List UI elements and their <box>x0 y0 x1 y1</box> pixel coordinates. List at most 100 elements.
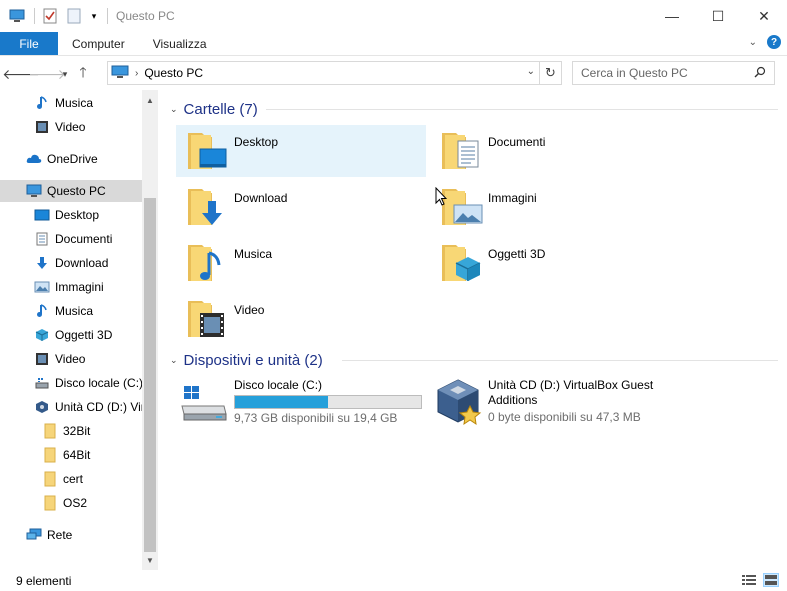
sidebar-item-folder-32bit[interactable]: 32Bit <box>0 420 142 442</box>
minimize-button[interactable]: — <box>649 0 695 32</box>
windows-drive-icon <box>180 378 228 426</box>
address-path[interactable]: Questo PC <box>144 66 203 80</box>
sidebar-item-label: 32Bit <box>63 424 91 438</box>
group-title: Dispositivi e unità (2) <box>183 351 323 369</box>
tiles-view-icon[interactable] <box>763 573 779 587</box>
sidebar-item-label: Musica <box>55 96 94 110</box>
navigation-pane[interactable]: Musica Video OneDrive Questo PC Desktop … <box>0 90 158 570</box>
group-header-folders[interactable]: ⌄ Cartelle (7) <box>170 98 780 120</box>
sidebar-item-folder-os2[interactable]: OS2 <box>0 492 142 514</box>
sidebar-item-video-quick[interactable]: Video <box>0 116 142 138</box>
drive-usage-bar <box>234 395 422 409</box>
chevron-down-icon[interactable]: ⌄ <box>170 355 178 366</box>
refresh-button[interactable]: ↻ <box>539 62 561 84</box>
details-view-icon[interactable] <box>741 573 757 587</box>
folder-icon <box>42 495 58 511</box>
desktop-folder-icon <box>182 127 230 175</box>
folder-label: Oggetti 3D <box>488 247 546 261</box>
folder-tile-pictures[interactable]: Immagini <box>430 181 680 233</box>
sidebar-item-download[interactable]: Download <box>0 252 142 274</box>
maximize-button[interactable]: ☐ <box>695 0 741 32</box>
sidebar-item-music-quick[interactable]: Musica <box>0 92 142 114</box>
drive-tile-cd[interactable]: Unità CD (D:) VirtualBox Guest Additions… <box>434 378 684 430</box>
tab-computer[interactable]: Computer <box>58 32 139 55</box>
ribbon-tabs: File Computer Visualizza ⌄ ? <box>0 32 787 56</box>
sidebar-item-desktop[interactable]: Desktop <box>0 204 142 226</box>
new-folder-icon[interactable] <box>65 7 83 25</box>
sidebar-item-video[interactable]: Video <box>0 348 142 370</box>
group-header-devices[interactable]: ⌄ Dispositivi e unità (2) <box>170 349 780 371</box>
address-bar[interactable]: › Questo PC ⌄ ↻ <box>107 61 562 85</box>
chevron-right-icon[interactable]: › <box>135 68 138 79</box>
cube-icon <box>34 327 50 343</box>
customize-toolbar-icon[interactable]: ▾ <box>89 7 99 25</box>
folder-tile-video[interactable]: Video <box>176 293 426 345</box>
search-box[interactable] <box>572 61 775 85</box>
folder-icon <box>42 423 58 439</box>
up-button[interactable]: 🡑 <box>72 63 94 85</box>
tab-file[interactable]: File <box>0 32 58 55</box>
window-controls: — ☐ ✕ <box>649 0 787 32</box>
folder-tile-download[interactable]: Download <box>176 181 426 233</box>
sidebar-item-onedrive[interactable]: OneDrive <box>0 148 142 170</box>
tab-view[interactable]: Visualizza <box>139 32 221 55</box>
help-icon[interactable]: ? <box>767 35 781 49</box>
sidebar-item-label: Download <box>55 256 109 270</box>
folder-label: Immagini <box>488 191 537 205</box>
item-count: 9 elementi <box>16 573 72 588</box>
sidebar-item-folder-64bit[interactable]: 64Bit <box>0 444 142 466</box>
chevron-down-icon[interactable]: ⌄ <box>527 66 535 77</box>
toolbar-divider <box>107 8 108 24</box>
folder-label: Desktop <box>234 135 279 149</box>
drive-info: Disco locale (C:) 9,73 GB disponibili su… <box>234 378 422 430</box>
search-input[interactable] <box>581 66 751 80</box>
pictures-icon <box>34 279 50 295</box>
recent-locations-button[interactable]: ▾ <box>58 63 72 85</box>
folder-icon <box>42 447 58 463</box>
folder-label: Musica <box>234 247 273 261</box>
download-icon <box>34 255 50 271</box>
sidebar-item-label: Video <box>55 352 86 366</box>
sidebar-item-pictures[interactable]: Immagini <box>0 276 142 298</box>
sidebar-item-3d-objects[interactable]: Oggetti 3D <box>0 324 142 346</box>
folder-label: Download <box>234 191 288 205</box>
sidebar-item-documents[interactable]: Documenti <box>0 228 142 250</box>
music-icon <box>34 95 50 111</box>
drive-icon <box>34 375 50 391</box>
close-button[interactable]: ✕ <box>741 0 787 32</box>
sidebar-item-label: OS2 <box>63 496 88 510</box>
search-icon[interactable] <box>754 66 766 81</box>
sidebar-item-folder-cert[interactable]: cert <box>0 468 142 490</box>
forward-button[interactable]: 🡒 <box>28 63 66 85</box>
sidebar-item-label: cert <box>63 472 84 486</box>
scroll-down-button[interactable]: ▼ <box>142 552 158 568</box>
drive-tile-local-disk[interactable]: Disco locale (C:) 9,73 GB disponibili su… <box>180 378 430 430</box>
sidebar-item-network[interactable]: Rete <box>0 524 142 546</box>
music-icon <box>34 303 50 319</box>
sidebar-scrollbar[interactable]: ▲ ▼ <box>142 90 158 570</box>
sidebar-item-local-disk[interactable]: Disco locale (C:) <box>0 372 142 394</box>
computer-icon[interactable] <box>8 7 26 25</box>
folder-tile-documents[interactable]: Documenti <box>430 125 680 177</box>
properties-icon[interactable] <box>41 7 59 25</box>
sidebar-item-cd-drive[interactable]: Unità CD (D:) VirtualBox Guest Additions <box>0 396 142 418</box>
computer-icon <box>26 183 42 199</box>
scroll-thumb[interactable] <box>144 198 156 552</box>
cloud-icon <box>26 151 42 167</box>
3d-objects-folder-icon <box>436 239 484 287</box>
drive-free-space: 9,73 GB disponibili su 19,4 GB <box>234 411 398 425</box>
folder-tile-desktop[interactable]: Desktop <box>176 125 426 177</box>
folder-tile-3d-objects[interactable]: Oggetti 3D <box>430 237 680 289</box>
sidebar-item-music[interactable]: Musica <box>0 300 142 322</box>
status-bar: 9 elementi <box>0 570 787 591</box>
content-pane[interactable]: ⌄ Cartelle (7) Desktop Documenti Downloa… <box>160 90 787 570</box>
expand-ribbon-icon[interactable]: ⌄ <box>749 37 757 48</box>
chevron-down-icon[interactable]: ⌄ <box>170 104 178 115</box>
sidebar-item-label: Unità CD (D:) VirtualBox Guest Additions <box>55 400 142 414</box>
sidebar-item-label: 64Bit <box>63 448 91 462</box>
folder-tile-music[interactable]: Musica <box>176 237 426 289</box>
folder-label: Video <box>234 303 265 317</box>
quick-access-toolbar: ▾ Questo PC <box>0 0 175 32</box>
sidebar-item-this-pc[interactable]: Questo PC <box>0 180 142 202</box>
scroll-up-button[interactable]: ▲ <box>142 92 158 108</box>
